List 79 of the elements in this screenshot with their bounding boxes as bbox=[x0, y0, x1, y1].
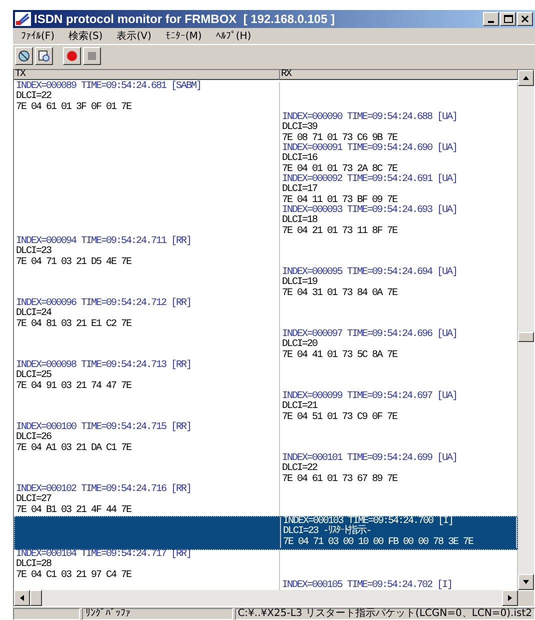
record-header: INDEX=000096 TIME=09:54:24.712 [RR] bbox=[16, 299, 192, 309]
record-line: DLCI=22 bbox=[16, 92, 52, 102]
record-line: DLCI=23 -ﾘｽﾀｰﾄ指示- bbox=[283, 527, 372, 538]
menu-item[interactable]: ﾓﾆﾀｰ(M) bbox=[165, 30, 202, 42]
record-line: 7E 04 B1 03 21 4F 44 7E bbox=[16, 506, 132, 516]
window-title: ISDN protocol monitor for FRMBOX [ 192.168.0.105 ] bbox=[34, 12, 336, 26]
menu-item[interactable]: 検索(S) bbox=[68, 29, 103, 43]
record-line: DLCI=24 bbox=[16, 309, 52, 320]
record-button[interactable] bbox=[63, 47, 81, 65]
scroll-up-button[interactable] bbox=[518, 70, 534, 86]
status-text: C:¥..¥X25-L3 リスタート指示パケット(LCGN=0、LCN=0).ist2 bbox=[234, 608, 535, 620]
record-line: DLCI=22 bbox=[282, 464, 318, 474]
record-header: INDEX=000100 TIME=09:54:24.715 [RR] bbox=[16, 423, 192, 433]
record-line: DLCI=23 bbox=[16, 247, 52, 258]
stop-button[interactable] bbox=[83, 47, 101, 65]
record-line: 7E 04 81 03 21 E1 C2 7E bbox=[16, 320, 132, 330]
record-line: 7E 04 51 01 73 C9 0F 7E bbox=[282, 412, 398, 423]
maximize-icon bbox=[504, 15, 512, 23]
status-text: ﾘﾝｸﾞﾊﾞｯﾌｧ bbox=[82, 608, 233, 620]
record-line: 7E 04 61 01 3F 0F 01 7E bbox=[16, 102, 132, 113]
record-header: INDEX=000095 TIME=09:54:24.694 [UA] bbox=[282, 268, 458, 278]
record-line: 7E 04 91 03 21 74 47 7E bbox=[16, 382, 132, 392]
scroll-down-button[interactable] bbox=[518, 574, 534, 590]
record-line: 7E 04 C1 03 21 97 C4 7E bbox=[16, 570, 132, 581]
record-header: INDEX=000102 TIME=09:54:24.716 [RR] bbox=[16, 485, 192, 495]
record-header: INDEX=000091 TIME=09:54:24.690 [UA] bbox=[282, 144, 458, 154]
record-header: INDEX=000104 TIME=09:54:24.717 [RR] bbox=[16, 550, 192, 560]
record-header: INDEX=000099 TIME=09:54:24.697 [UA] bbox=[282, 392, 458, 402]
record-line: DLCI=19 bbox=[282, 278, 318, 288]
record-line: DLCI=21 bbox=[282, 402, 318, 412]
menu-item[interactable]: 表示(V) bbox=[116, 29, 152, 43]
menu-item[interactable]: ﾍﾙﾌﾟ(H) bbox=[216, 30, 252, 42]
disc-icon bbox=[17, 49, 31, 63]
record-header: INDEX=000090 TIME=09:54:24.688 [UA] bbox=[282, 113, 458, 123]
stop-icon bbox=[87, 51, 97, 61]
record-header: INDEX=000092 TIME=09:54:24.691 [UA] bbox=[282, 175, 458, 185]
record-line: DLCI=20 bbox=[282, 340, 318, 350]
search-icon bbox=[37, 49, 51, 63]
record-line: DLCI=28 bbox=[16, 560, 52, 570]
record-line: 7E 04 61 01 73 67 89 7E bbox=[282, 474, 398, 485]
scrollbar-thumb[interactable] bbox=[518, 332, 534, 342]
record-line: DLCI=16 bbox=[282, 154, 318, 164]
minimize-button[interactable] bbox=[483, 12, 499, 26]
column-header[interactable]: TX bbox=[14, 70, 280, 80]
scroll-right-button[interactable] bbox=[502, 590, 518, 606]
record-header: INDEX=000097 TIME=09:54:24.696 [UA] bbox=[282, 330, 458, 340]
record-header: INDEX=000101 TIME=09:54:24.699 [UA] bbox=[282, 454, 458, 464]
record-line: DLCI=39 bbox=[282, 123, 318, 134]
menu-item[interactable]: ﾌｧｲﾙ(F) bbox=[21, 30, 55, 42]
close-icon bbox=[521, 15, 529, 23]
record-line: DLCI=27 bbox=[16, 495, 52, 506]
record-line: DLCI=25 bbox=[16, 371, 52, 382]
record-header: INDEX=000105 TIME=09:54:24.702 [I] bbox=[282, 581, 452, 590]
record-line: 7E 04 A1 03 21 DA C1 7E bbox=[16, 444, 132, 454]
maximize-button[interactable] bbox=[500, 12, 516, 26]
record-line: DLCI=26 bbox=[16, 433, 52, 444]
scroll-left-button[interactable] bbox=[14, 590, 30, 606]
record-line: DLCI=18 bbox=[282, 216, 318, 226]
record-line: 7E 04 11 01 73 BF 09 7E bbox=[282, 196, 398, 206]
record-line: 7E 04 71 03 00 10 00 FB 00 00 78 3E 7E bbox=[283, 538, 474, 548]
record-icon bbox=[66, 50, 78, 62]
record-line: 7E 04 31 01 73 84 0A 7E bbox=[282, 288, 398, 299]
record-line: DLCI=17 bbox=[282, 185, 318, 196]
record-header: INDEX=000093 TIME=09:54:24.693 [UA] bbox=[282, 206, 458, 216]
record-line: 7E 04 01 01 73 2A 8C 7E bbox=[282, 164, 398, 175]
record-line: 7E 04 41 01 73 5C 8A 7E bbox=[282, 350, 398, 361]
record-line: 7E 08 71 01 73 C6 9B 7E bbox=[282, 134, 398, 144]
record-line: 7E 04 71 03 21 D5 4E 7E bbox=[16, 258, 132, 268]
column-header[interactable]: RX bbox=[280, 70, 518, 80]
close-button[interactable] bbox=[517, 12, 533, 26]
search-tool-button[interactable] bbox=[35, 47, 53, 65]
scrollbar-thumb[interactable] bbox=[30, 590, 42, 606]
record-header: INDEX=000094 TIME=09:54:24.711 [RR] bbox=[16, 237, 192, 247]
record-header: INDEX=000089 TIME=09:54:24.681 [SABM] bbox=[16, 82, 202, 92]
record-header: INDEX=000098 TIME=09:54:24.713 [RR] bbox=[16, 361, 192, 371]
record-row[interactable]: INDEX=000103 TIME=09:54:24.700 [I] DLCI=23 -ﾘｽﾀｰﾄ指示- 7E 04 71 03 00 10 00 FB 00 00 78 3E 7E bbox=[14, 516, 518, 550]
connect-tool-button[interactable] bbox=[15, 47, 33, 65]
record-line: 7E 04 21 01 73 11 8F 7E bbox=[282, 226, 398, 237]
app-logo-icon bbox=[15, 12, 31, 26]
